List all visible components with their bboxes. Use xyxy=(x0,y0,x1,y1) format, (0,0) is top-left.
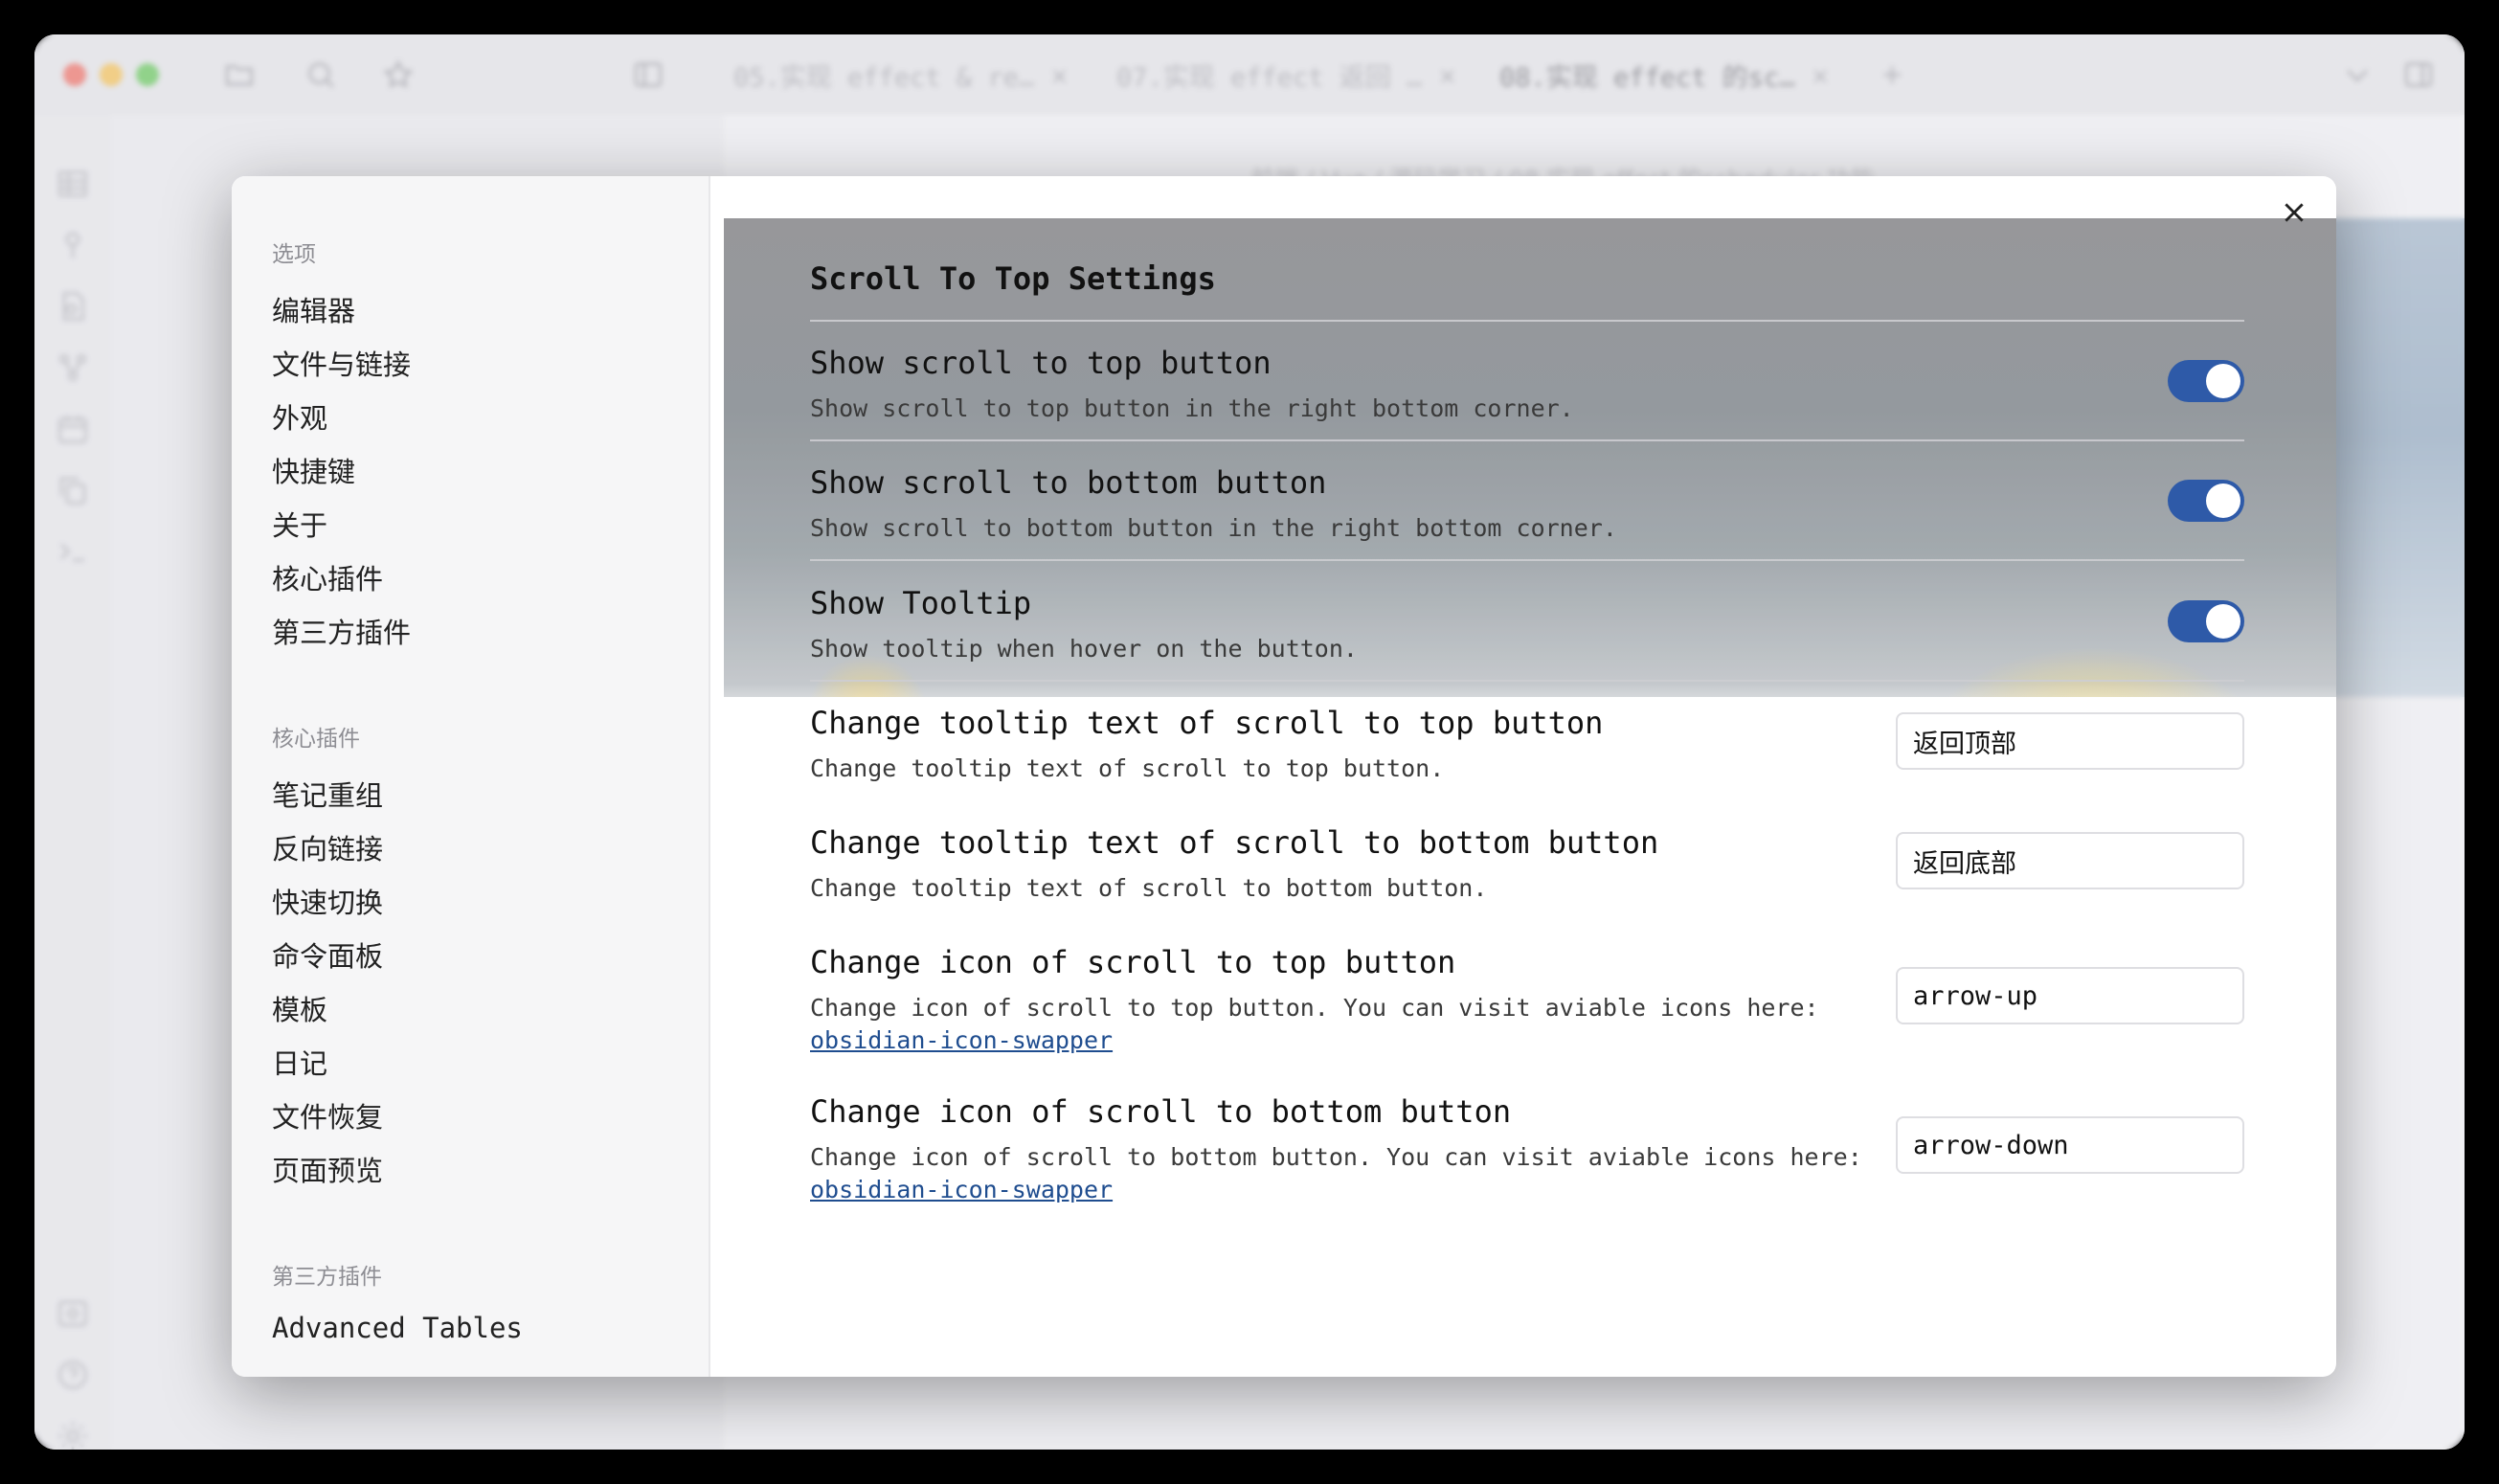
settings-modal: 选项 编辑器 文件与链接 外观 快捷键 关于 核心插件 第三方插件 核心插件 笔… xyxy=(232,176,2336,1377)
settings-sidebar: 选项 编辑器 文件与链接 外观 快捷键 关于 核心插件 第三方插件 核心插件 笔… xyxy=(232,176,710,1377)
settings-nav-item[interactable]: Advanced Tables xyxy=(272,1312,523,1344)
setting-show-tooltip: Show Tooltip Show tooltip when hover on … xyxy=(810,585,2244,665)
settings-nav-item[interactable]: 页面预览 xyxy=(272,1149,383,1189)
setting-show-scroll-to-top: Show scroll to top button Show scroll to… xyxy=(810,345,2244,425)
settings-nav-item[interactable]: 编辑器 xyxy=(272,289,355,329)
show-scroll-to-bottom-toggle[interactable] xyxy=(2168,480,2244,522)
setting-name: Show Tooltip xyxy=(810,585,1032,621)
show-tooltip-toggle[interactable] xyxy=(2168,600,2244,642)
setting-description: Show scroll to bottom button in the righ… xyxy=(810,514,1617,542)
settings-nav-item[interactable]: 第三方插件 xyxy=(272,611,411,651)
icon-bottom-input[interactable]: arrow-down xyxy=(1896,1116,2244,1174)
settings-nav-item[interactable]: 文件与链接 xyxy=(272,343,411,383)
settings-nav-item[interactable]: 快速切换 xyxy=(272,881,383,921)
settings-group-title: 第三方插件 xyxy=(272,1265,382,1290)
icon-swapper-link[interactable]: obsidian-icon-swapper xyxy=(810,1026,1113,1054)
settings-nav-item[interactable]: 日记 xyxy=(272,1042,327,1082)
description-text: Change icon of scroll to bottom button. … xyxy=(810,1143,1862,1171)
tooltip-top-text-input[interactable]: 返回顶部 xyxy=(1896,712,2244,770)
icon-swapper-link[interactable]: obsidian-icon-swapper xyxy=(810,1176,1113,1203)
icon-top-input[interactable]: arrow-up xyxy=(1896,967,2244,1024)
setting-description: Show tooltip when hover on the button. xyxy=(810,635,1358,663)
close-icon[interactable] xyxy=(2271,190,2317,236)
divider xyxy=(810,680,2244,682)
settings-nav-item[interactable]: 模板 xyxy=(272,988,327,1028)
settings-title: Scroll To Top Settings xyxy=(810,260,1216,297)
settings-content: Scroll To Top Settings Show scroll to to… xyxy=(710,176,2336,1377)
setting-name: Show scroll to bottom button xyxy=(810,464,1327,501)
divider xyxy=(810,320,2244,322)
settings-nav-item[interactable]: 快捷键 xyxy=(272,450,355,490)
divider xyxy=(810,439,2244,441)
settings-group-title: 核心插件 xyxy=(272,727,360,752)
show-scroll-to-top-toggle[interactable] xyxy=(2168,360,2244,402)
settings-nav-item[interactable]: 笔记重组 xyxy=(272,774,383,814)
setting-name: Show scroll to top button xyxy=(810,345,1272,381)
setting-show-scroll-to-bottom: Show scroll to bottom button Show scroll… xyxy=(810,464,2244,545)
divider xyxy=(810,559,2244,561)
settings-nav-item[interactable]: 核心插件 xyxy=(272,557,383,597)
settings-nav-item[interactable]: 外观 xyxy=(272,396,327,437)
settings-nav-item[interactable]: 反向链接 xyxy=(272,827,383,867)
settings-nav-item[interactable]: 关于 xyxy=(272,504,327,544)
settings-group-title: 选项 xyxy=(272,242,316,267)
setting-description: Show scroll to top button in the right b… xyxy=(810,394,1574,422)
tooltip-bottom-text-input[interactable]: 返回底部 xyxy=(1896,832,2244,889)
settings-nav-item[interactable]: 文件恢复 xyxy=(272,1095,383,1135)
settings-nav-item[interactable]: 命令面板 xyxy=(272,934,383,975)
description-text: Change icon of scroll to top button. You… xyxy=(810,994,1819,1022)
app-window: 05.实现 effect & re… ✕ 07.实现 effect 返回 … ✕ 0… xyxy=(34,34,2465,1450)
